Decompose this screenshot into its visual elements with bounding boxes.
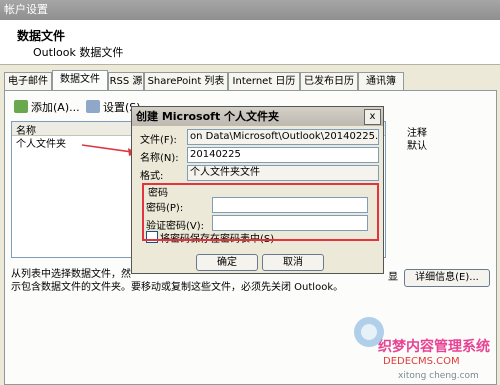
file-label: 文件(F): — [140, 135, 177, 146]
tab-email[interactable]: 电子邮件 — [4, 72, 52, 90]
name-field[interactable]: 20140225 — [187, 147, 379, 163]
add-file-icon — [14, 100, 28, 113]
page-subtitle: Outlook 数据文件 — [33, 46, 124, 59]
format-field: 个人文件夹文件 — [187, 165, 379, 181]
file-path-field[interactable]: on Data\Microsoft\Outlook\20140225.pst — [187, 129, 379, 145]
password-highlight-box — [142, 183, 379, 241]
description-line-2: 示包含数据文件的文件夹。要移动或复制这些文件，必须先关闭 Outlook。 — [11, 282, 344, 293]
window-title: 帐户设置 — [0, 0, 500, 20]
list-item-name[interactable]: 个人文件夹 — [16, 135, 66, 150]
tab-data-files[interactable]: 数据文件 — [52, 70, 108, 90]
tab-published-calendar[interactable]: 已发布日历 — [300, 72, 358, 90]
list-item-comment: 默认 — [407, 141, 427, 152]
add-button-label: 添加(A)... — [31, 101, 80, 114]
page-header: 数据文件 Outlook 数据文件 — [0, 20, 500, 65]
show-text: 显 — [388, 272, 398, 283]
watermark-url: DEDECMS.COM — [383, 356, 460, 367]
format-label: 格式: — [140, 171, 164, 182]
close-button[interactable]: x — [364, 109, 381, 125]
dialog-title: 创建 Microsoft 个人文件夹 — [132, 107, 383, 126]
tab-sharepoint[interactable]: SharePoint 列表 — [144, 72, 228, 90]
watermark-text: 织梦内容管理系统 — [378, 339, 490, 355]
add-button[interactable]: 添加(A)... — [14, 99, 80, 117]
page-title: 数据文件 — [17, 29, 66, 43]
watermark-sub: xitong cheng.com — [398, 371, 479, 381]
watermark-logo-icon — [354, 317, 384, 347]
tab-address-book[interactable]: 通讯簿 — [358, 72, 404, 90]
tab-rss[interactable]: RSS 源 — [108, 72, 144, 90]
settings-icon — [86, 100, 100, 113]
cancel-button[interactable]: 取消 — [262, 254, 324, 271]
ok-button[interactable]: 确定 — [196, 254, 258, 271]
details-button[interactable]: 详细信息(E)... — [404, 269, 490, 287]
tab-internet-calendar[interactable]: Internet 日历 — [228, 72, 300, 90]
name-label: 名称(N): — [140, 153, 179, 164]
